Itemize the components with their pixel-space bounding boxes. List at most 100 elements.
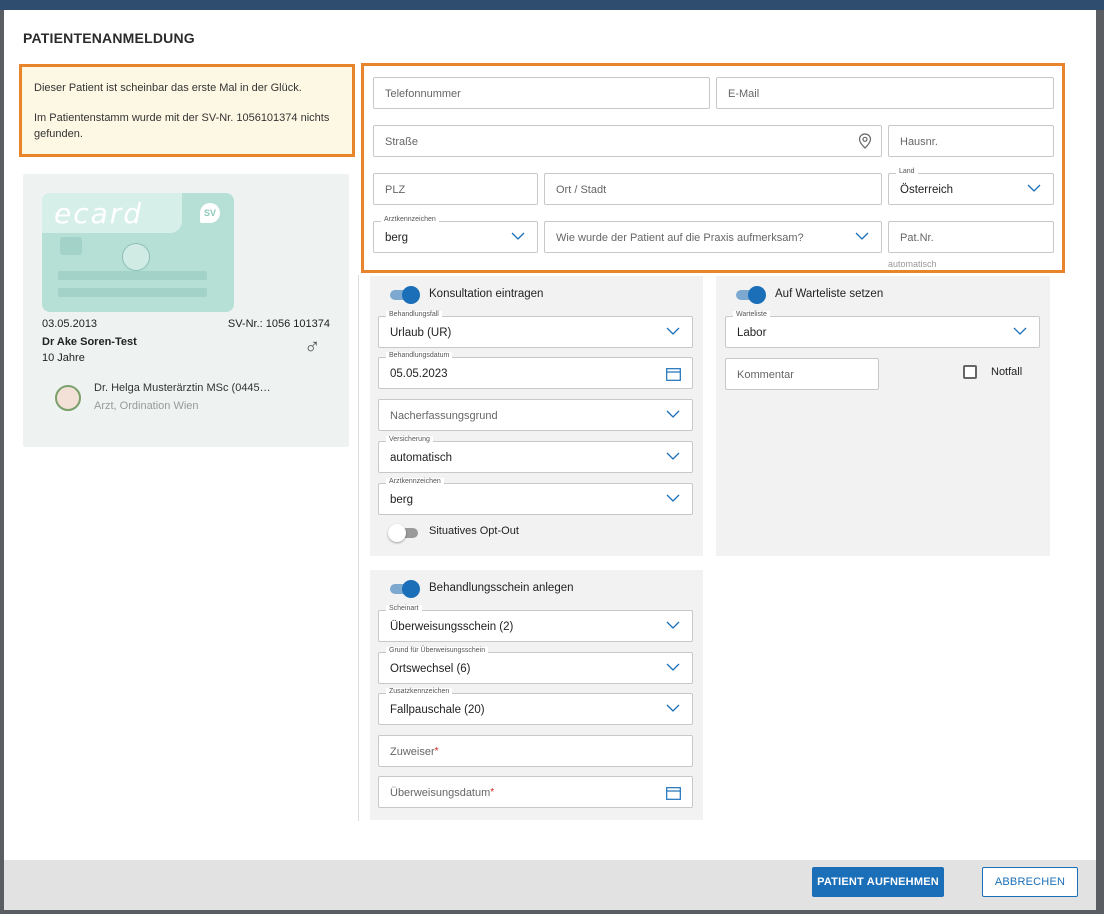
referral-reason-select[interactable]: Grund für Überweisungsschein Ortswechsel… <box>378 647 693 684</box>
insurance-label: Versicherung <box>386 436 433 443</box>
dialog-title: PATIENTENANMELDUNG <box>23 30 195 46</box>
patient-name: Dr Ake Soren-Test <box>42 336 137 348</box>
required-marker: * <box>434 746 439 757</box>
chevron-down-icon <box>1013 327 1027 335</box>
phone-placeholder: Telefonnummer <box>385 88 461 100</box>
waitlist-value: Labor <box>737 327 767 339</box>
optout-toggle-label: Situatives Opt-Out <box>429 525 519 537</box>
comment-field[interactable]: Kommentar <box>725 358 879 390</box>
comment-placeholder: Kommentar <box>737 369 794 381</box>
location-pin-icon[interactable] <box>858 133 872 149</box>
dialog-footer: PATIENT AUFNEHMEN ABBRECHEN <box>4 860 1096 910</box>
chevron-down-icon <box>666 621 680 629</box>
slip-type-select[interactable]: Scheinart Überweisungsschein (2) <box>378 605 693 642</box>
patient-number-field[interactable]: Pat.Nr. <box>888 221 1054 253</box>
treatment-date-field[interactable]: Behandlungsdatum 05.05.2023 <box>378 352 693 389</box>
doctor-subtitle: Arzt, Ordination Wien <box>94 400 199 412</box>
consultation-doctor-code-label: Arztkennzeichen <box>386 478 444 485</box>
required-marker: * <box>490 787 495 798</box>
insurance-value: automatisch <box>390 452 453 464</box>
case-type-value: Urlaub (UR) <box>390 327 452 339</box>
country-label: Land <box>896 168 918 175</box>
patient-card-panel: ecard SV 03.05.2013 SV-Nr.: 1056 101374 … <box>23 174 349 447</box>
emergency-checkbox[interactable] <box>963 365 977 379</box>
country-value: Österreich <box>900 184 954 196</box>
street-placeholder: Straße <box>385 136 419 148</box>
patient-birthdate: 03.05.2013 <box>42 318 98 330</box>
chevron-down-icon <box>511 232 525 240</box>
patient-number-hint: automatisch <box>888 259 937 269</box>
case-type-select[interactable]: Behandlungsfall Urlaub (UR) <box>378 311 693 348</box>
doctor-code-label: Arztkennzeichen <box>381 216 439 223</box>
chevron-down-icon <box>855 232 869 240</box>
chevron-down-icon <box>666 452 680 460</box>
waitlist-section: Auf Warteliste setzen Warteliste Labor K… <box>716 276 1050 556</box>
insurance-select[interactable]: Versicherung automatisch <box>378 436 693 473</box>
waitlist-select[interactable]: Warteliste Labor <box>725 311 1040 348</box>
consultation-toggle[interactable] <box>390 286 420 304</box>
optout-toggle[interactable] <box>388 524 418 542</box>
street-field[interactable]: Straße <box>373 125 882 157</box>
email-placeholder: E-Mail <box>728 88 760 100</box>
case-type-label: Behandlungsfall <box>386 311 442 318</box>
additional-code-label: Zusatzkennzeichen <box>386 688 453 695</box>
admit-patient-button[interactable]: PATIENT AUFNEHMEN <box>812 867 944 897</box>
calendar-icon[interactable] <box>666 367 681 381</box>
zip-placeholder: PLZ <box>385 184 406 196</box>
house-number-field[interactable]: Hausnr. <box>888 125 1054 157</box>
consultation-toggle-label: Konsultation eintragen <box>429 288 544 300</box>
emergency-label: Notfall <box>991 366 1023 378</box>
waitlist-label: Warteliste <box>733 311 770 318</box>
doctor-avatar <box>55 385 81 411</box>
doctor-name: Dr. Helga Musterärztin MSc (0445… <box>94 382 271 394</box>
chevron-down-icon <box>666 494 680 502</box>
consultation-doctor-code-select[interactable]: Arztkennzeichen berg <box>378 478 693 515</box>
additional-code-select[interactable]: Zusatzkennzeichen Fallpauschale (20) <box>378 688 693 725</box>
ecard-image: ecard SV <box>42 193 234 312</box>
chevron-down-icon <box>666 663 680 671</box>
referrer-field[interactable]: Zuweiser* <box>378 735 693 767</box>
treatment-slip-toggle-label: Behandlungsschein anlegen <box>429 582 574 594</box>
patient-sv-number: SV-Nr.: 1056 101374 <box>227 318 330 330</box>
treatment-date-value: 05.05.2023 <box>390 368 448 380</box>
patient-registration-dialog: PATIENTENANMELDUNG Dieser Patient ist sc… <box>4 10 1096 910</box>
cancel-button[interactable]: ABBRECHEN <box>982 867 1078 897</box>
calendar-icon[interactable] <box>666 786 681 800</box>
email-field[interactable]: E-Mail <box>716 77 1054 109</box>
house-number-placeholder: Hausnr. <box>900 136 938 148</box>
waitlist-toggle-label: Auf Warteliste setzen <box>775 288 884 300</box>
card-chip-icon <box>60 237 82 255</box>
referral-reason-value: Ortswechsel (6) <box>390 663 471 675</box>
doctor-code-value: berg <box>385 232 409 244</box>
consultation-section: Konsultation eintragen Behandlungsfall U… <box>370 276 703 556</box>
city-field[interactable]: Ort / Stadt <box>544 173 882 205</box>
phone-field[interactable]: Telefonnummer <box>373 77 710 109</box>
post-entry-reason-placeholder: Nacherfassungsgrund <box>390 410 498 422</box>
referral-source-select[interactable]: Wie wurde der Patient auf die Praxis auf… <box>544 221 882 253</box>
notice-line-2: Im Patientenstamm wurde mit der SV-Nr. 1… <box>34 112 330 140</box>
referral-date-field[interactable]: Überweisungsdatum* <box>378 776 693 808</box>
card-emblem-icon <box>122 243 150 271</box>
slip-type-value: Überweisungsschein (2) <box>390 621 514 633</box>
chevron-down-icon <box>1027 184 1041 192</box>
patient-number-placeholder: Pat.Nr. <box>900 232 934 244</box>
waitlist-toggle[interactable] <box>736 286 766 304</box>
consultation-doctor-code-value: berg <box>390 494 414 506</box>
column-divider <box>358 275 359 821</box>
referral-date-placeholder: Überweisungsdatum <box>390 787 491 799</box>
country-select[interactable]: Land Österreich <box>888 168 1054 205</box>
doctor-code-select[interactable]: Arztkennzeichen berg <box>373 216 538 253</box>
male-gender-icon: ♂ <box>304 334 321 359</box>
referrer-placeholder: Zuweiser <box>390 746 435 758</box>
chevron-down-icon <box>666 327 680 335</box>
post-entry-reason-select[interactable]: Nacherfassungsgrund <box>378 399 693 431</box>
zip-field[interactable]: PLZ <box>373 173 538 205</box>
patient-age: 10 Jahre <box>42 352 85 364</box>
treatment-slip-toggle[interactable] <box>390 580 420 598</box>
additional-code-value: Fallpauschale (20) <box>390 704 485 716</box>
treatment-slip-section: Behandlungsschein anlegen Scheinart Über… <box>370 570 703 820</box>
background-app-strip <box>0 0 1104 10</box>
referral-reason-label: Grund für Überweisungsschein <box>386 647 489 654</box>
chevron-down-icon <box>666 410 680 418</box>
city-placeholder: Ort / Stadt <box>556 184 607 196</box>
